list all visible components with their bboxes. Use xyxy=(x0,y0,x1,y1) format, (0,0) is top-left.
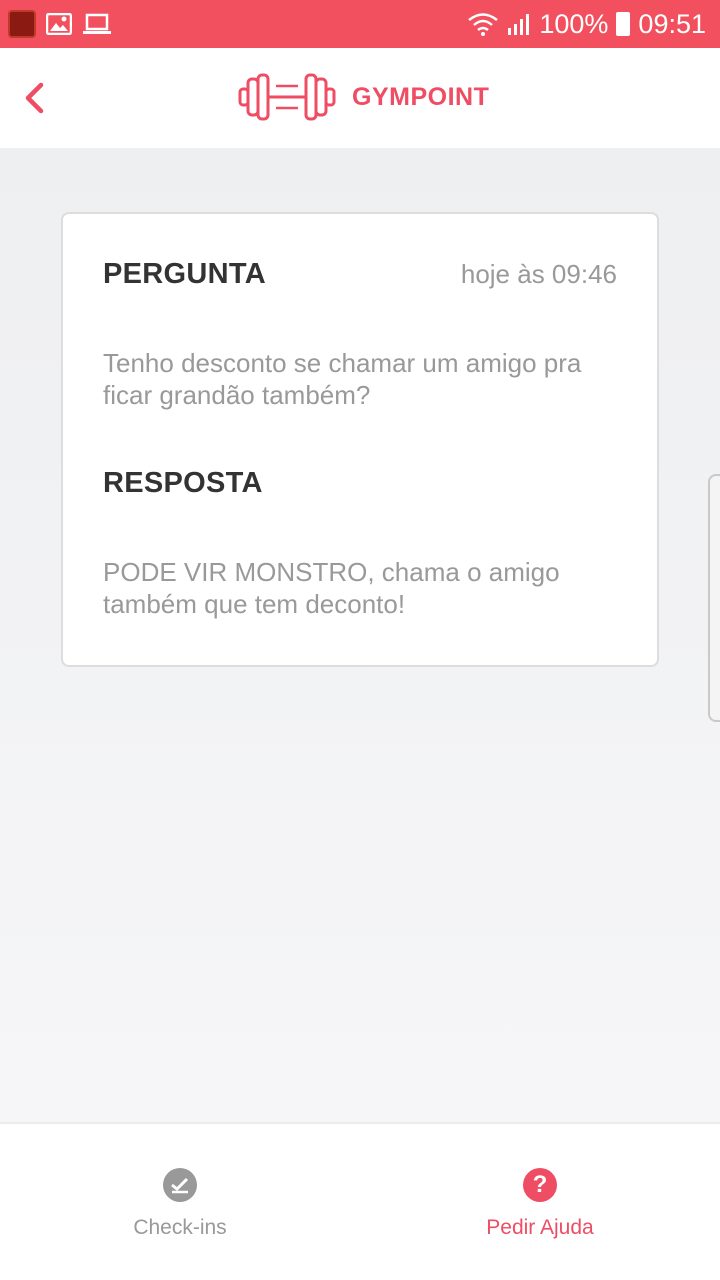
tab-checkins[interactable]: Check-ins xyxy=(90,1168,270,1240)
brand-name: GYMPOINT xyxy=(352,82,490,111)
wifi-icon xyxy=(468,13,499,36)
status-icons-left xyxy=(8,10,112,38)
chevron-left-icon xyxy=(25,82,44,114)
answer-label: RESPOSTA xyxy=(103,467,263,499)
laptop-icon xyxy=(83,13,111,34)
screen: 100% 09:51 GYMPOINT PERGUNTA hoje às 09:… xyxy=(0,0,720,1280)
check-icon xyxy=(163,1168,197,1202)
status-bar: 100% 09:51 xyxy=(0,0,720,48)
gallery-icon xyxy=(46,13,72,35)
dumbbell-icon xyxy=(238,73,336,121)
help-icon: ? xyxy=(523,1168,557,1202)
tab-help[interactable]: ? Pedir Ajuda xyxy=(450,1168,630,1240)
logo: GYMPOINT xyxy=(238,72,489,122)
battery-percent: 100% xyxy=(539,8,609,39)
scroll-edge-handle[interactable] xyxy=(708,474,720,722)
question-header: PERGUNTA hoje às 09:46 xyxy=(103,258,617,291)
question-label: PERGUNTA xyxy=(103,258,266,290)
tab-help-label: Pedir Ajuda xyxy=(486,1216,594,1239)
header: GYMPOINT xyxy=(0,48,720,148)
question-time: hoje às 09:46 xyxy=(460,259,617,289)
answer-text: PODE VIR MONSTRO, chama o amigo também q… xyxy=(103,557,560,619)
tab-bar: Check-ins ? Pedir Ajuda xyxy=(0,1122,720,1280)
question-text: Tenho desconto se chamar um amigo pra fi… xyxy=(103,348,582,410)
app-icon xyxy=(8,10,36,38)
help-order-card: PERGUNTA hoje às 09:46 Tenho desconto se… xyxy=(61,212,659,667)
tab-checkins-label: Check-ins xyxy=(133,1216,227,1239)
battery-icon xyxy=(616,12,631,36)
signal-icon xyxy=(508,14,530,35)
status-icons-right: 100% 09:51 xyxy=(467,9,706,40)
clock: 09:51 xyxy=(638,8,706,39)
back-button[interactable] xyxy=(14,78,54,118)
content-area: PERGUNTA hoje às 09:46 Tenho desconto se… xyxy=(0,148,720,1122)
